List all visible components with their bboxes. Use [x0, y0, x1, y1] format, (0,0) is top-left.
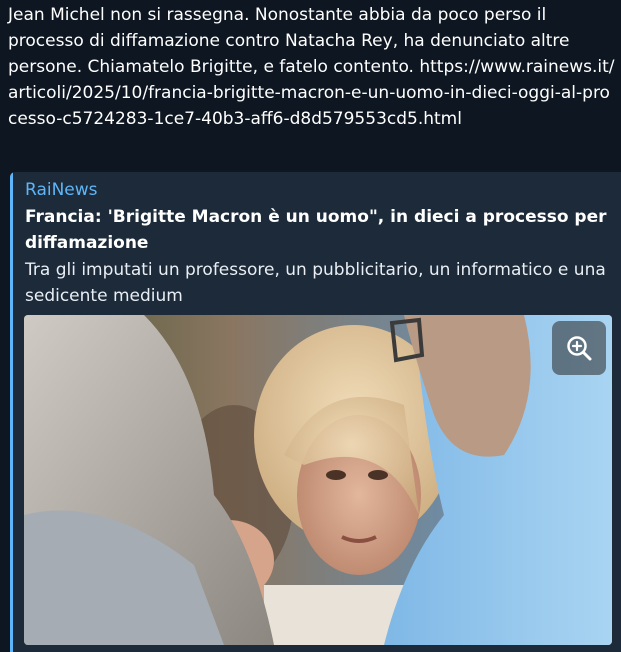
- preview-image[interactable]: [24, 315, 612, 645]
- message-body: Jean Michel non si rassegna. Nonostante …: [8, 2, 618, 132]
- preview-title: Francia: 'Brigitte Macron è un uomo", in…: [25, 207, 607, 253]
- chat-message: Jean Michel non si rassegna. Nonostante …: [0, 0, 621, 652]
- link-preview-card[interactable]: RaiNews Francia: 'Brigitte Macron è un u…: [10, 172, 621, 652]
- zoom-in-icon: [567, 336, 592, 361]
- zoom-button[interactable]: [552, 321, 606, 375]
- preview-photo: [24, 315, 612, 645]
- preview-accent-bar: [10, 172, 13, 652]
- preview-site-name: RaiNews: [25, 180, 98, 200]
- preview-description: Tra gli imputati un professore, un pubbl…: [25, 260, 606, 306]
